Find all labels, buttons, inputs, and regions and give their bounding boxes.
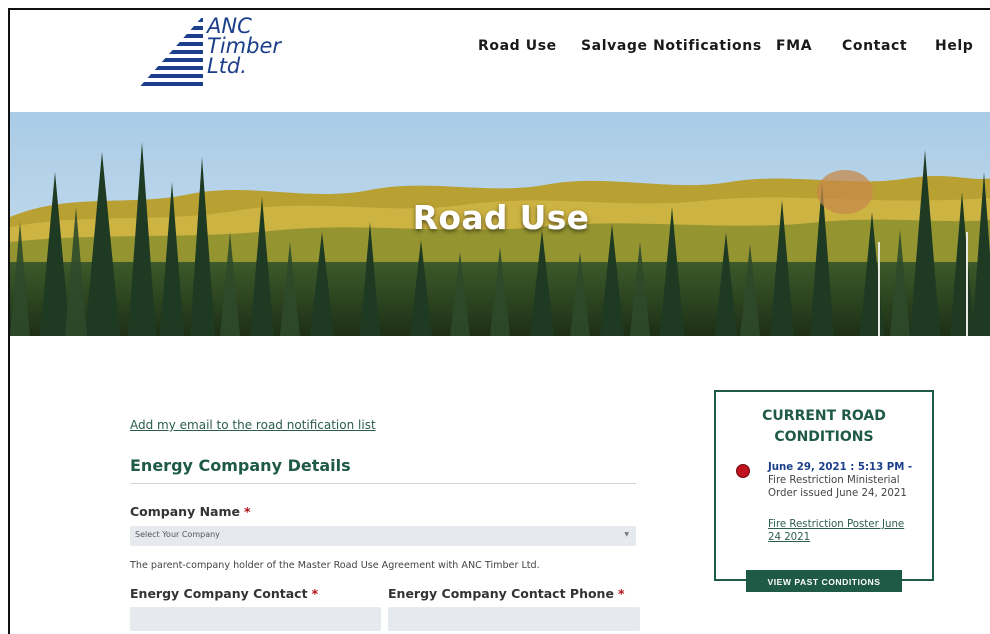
company-name-label: Company Name * (130, 504, 251, 519)
fire-restriction-poster-link[interactable]: Fire Restriction Poster June 24 2021 (768, 518, 918, 544)
condition-update: June 29, 2021 : 5:13 PM - Fire Restricti… (768, 461, 930, 500)
logo-stripes-icon (135, 18, 203, 86)
condition-timestamp: June 29, 2021 : 5:13 PM - (768, 462, 913, 473)
brand-line-2: Timber (207, 34, 282, 58)
chevron-down-icon: ▼ (624, 531, 629, 538)
contact-phone-label-text: Energy Company Contact Phone (388, 586, 614, 601)
brand-wordmark: ANC Timber Ltd. (207, 14, 282, 78)
nav-item-fma[interactable]: FMA (776, 38, 812, 54)
road-conditions-title: CURRENT ROAD CONDITIONS (716, 406, 932, 448)
nav-item-salvage-notifications[interactable]: Salvage Notifications (581, 38, 762, 54)
hero-banner: Road Use (10, 112, 990, 336)
brand-line-3: Ltd. (207, 54, 247, 78)
contact-input[interactable] (130, 607, 381, 631)
road-conditions-title-line-2: CONDITIONS (774, 429, 874, 445)
company-help-text: The parent-company holder of the Master … (130, 560, 540, 571)
contact-label: Energy Company Contact * (130, 586, 318, 601)
contact-phone-input[interactable] (388, 607, 640, 631)
nav-item-road-use[interactable]: Road Use (478, 38, 557, 54)
condition-text: Fire Restriction Ministerial Order issue… (768, 475, 907, 499)
required-marker: * (243, 504, 251, 519)
contact-label-text: Energy Company Contact (130, 586, 308, 601)
contact-phone-label: Energy Company Contact Phone * (388, 586, 624, 601)
nav-item-help[interactable]: Help (935, 38, 973, 54)
section-divider (130, 483, 636, 484)
nav-item-contact[interactable]: Contact (842, 38, 907, 54)
email-notification-link[interactable]: Add my email to the road notification li… (130, 418, 376, 432)
company-select[interactable]: Select Your Company ▼ (130, 526, 636, 546)
page-frame: ANC Timber Ltd. Road Use Salvage Notific… (8, 8, 990, 634)
section-title-energy-company: Energy Company Details (130, 456, 351, 475)
required-marker: * (617, 586, 625, 601)
red-dot-icon (736, 464, 750, 478)
required-marker: * (311, 586, 319, 601)
brand-logo[interactable]: ANC Timber Ltd. (133, 14, 293, 94)
brand-line-1: ANC (207, 14, 252, 38)
road-conditions-title-line-1: CURRENT ROAD (762, 408, 886, 424)
company-select-value: Select Your Company (135, 530, 220, 539)
company-name-label-text: Company Name (130, 504, 240, 519)
road-conditions-panel: CURRENT ROAD CONDITIONS June 29, 2021 : … (714, 390, 934, 581)
view-past-conditions-button[interactable]: VIEW PAST CONDITIONS (746, 570, 902, 592)
hero-title: Road Use (412, 198, 590, 237)
